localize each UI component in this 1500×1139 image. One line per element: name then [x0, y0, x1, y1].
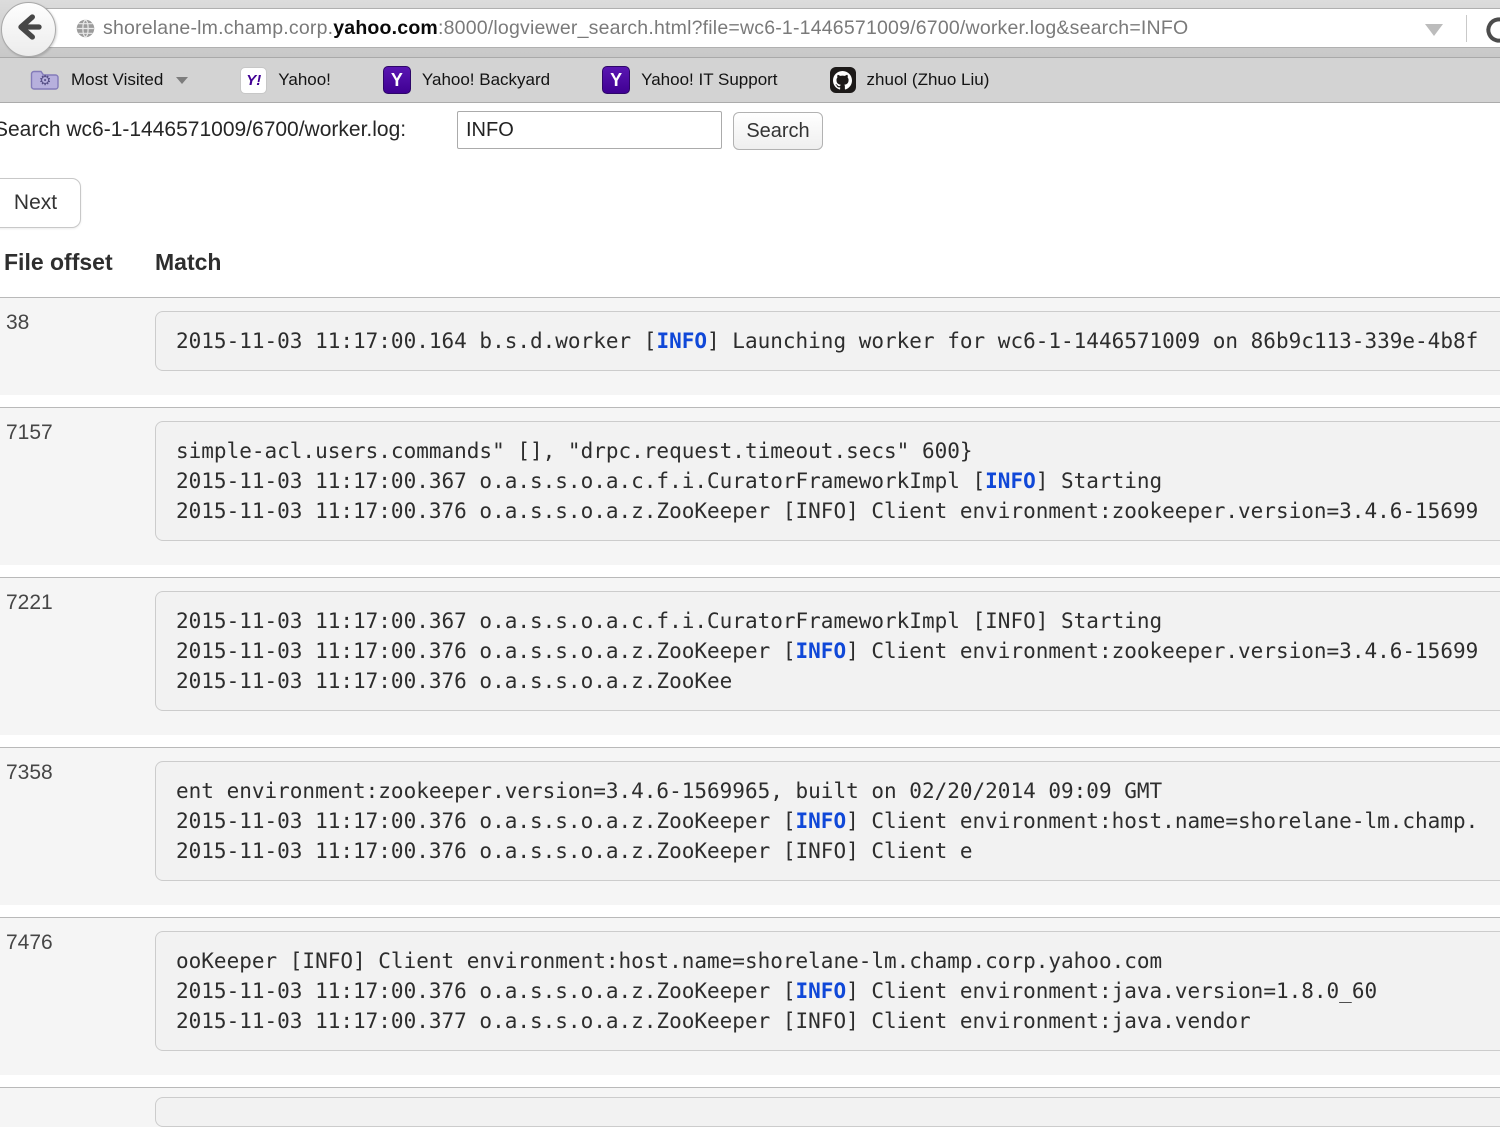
log-line: 2015-11-03 11:17:00.376 o.a.s.s.o.a.z.Zo… — [176, 666, 1500, 696]
file-offset-value: 7358 — [6, 761, 53, 785]
search-button[interactable]: Search — [733, 112, 823, 150]
github-octocat-icon — [830, 67, 856, 93]
yahoo-y-icon: Y — [383, 66, 411, 94]
result-row: 7157 simple-acl.users.commands" [], "drpc… — [0, 407, 1500, 565]
results-rows: 38 2015-11-03 11:17:00.164 b.s.d.worker [… — [0, 297, 1500, 1139]
bookmark-yahoo-it-support[interactable]: Y Yahoo! IT Support — [602, 66, 777, 94]
search-input[interactable] — [457, 111, 722, 149]
chevron-down-icon — [176, 77, 188, 84]
url-base-domain: yahoo.com — [333, 17, 438, 39]
log-match-box — [155, 1097, 1500, 1127]
bookmark-label: Yahoo! IT Support — [641, 70, 777, 90]
browser-toolbar: shorelane-lm.champ.corp.yahoo.com:8000/l… — [0, 0, 1500, 58]
log-match-box: simple-acl.users.commands" [], "drpc.req… — [155, 421, 1500, 541]
log-line: 2015-11-03 11:17:00.377 o.a.s.s.o.a.z.Zo… — [176, 1006, 1500, 1036]
folder-gear-icon: ⚙ — [30, 69, 60, 91]
column-header-match: Match — [155, 249, 221, 276]
log-line: simple-acl.users.commands" [], "drpc.req… — [176, 436, 1500, 466]
bookmark-label: Yahoo! — [278, 70, 331, 90]
log-line: 2015-11-03 11:17:00.376 o.a.s.s.o.a.z.Zo… — [176, 636, 1500, 666]
bookmarks-bar: ⚙ Most Visited Y! Yahoo! Y Yahoo! Backyard Y Ya… — [0, 58, 1500, 103]
column-header-file-offset: File offset — [4, 249, 113, 276]
url-path: :8000/logviewer_search.html?file=wc6-1-1… — [438, 17, 1188, 39]
result-row: 7358 ent environment:zookeeper.version=3.… — [0, 747, 1500, 905]
bookmark-label: zhuol (Zhuo Liu) — [867, 70, 990, 90]
search-file-label: Search wc6-1-1446571009/6700/worker.log: — [0, 118, 406, 142]
search-hit: INFO — [796, 979, 847, 1003]
result-row — [0, 1087, 1500, 1127]
next-button[interactable]: Next — [0, 178, 81, 228]
log-line: 2015-11-03 11:17:00.376 o.a.s.s.o.a.z.Zo… — [176, 836, 1500, 866]
log-line: ent environment:zookeeper.version=3.4.6-… — [176, 776, 1500, 806]
search-hit: INFO — [796, 809, 847, 833]
log-match-box: ent environment:zookeeper.version=3.4.6-… — [155, 761, 1500, 881]
reload-button[interactable] — [1482, 13, 1500, 45]
log-line: 2015-11-03 11:17:00.376 o.a.s.s.o.a.z.Zo… — [176, 496, 1500, 526]
reload-icon — [1482, 13, 1500, 45]
yahoo-y-icon: Y — [602, 66, 630, 94]
bookmark-zhuol-zhuo-liu[interactable]: zhuol (Zhuo Liu) — [830, 67, 990, 93]
logviewer-page: Search wc6-1-1446571009/6700/worker.log:… — [0, 104, 1500, 1100]
back-arrow-icon — [13, 11, 45, 48]
log-line: 2015-11-03 11:17:00.367 o.a.s.s.o.a.c.f.… — [176, 606, 1500, 636]
bookmark-label: Most Visited — [71, 70, 163, 90]
log-line: 2015-11-03 11:17:00.376 o.a.s.s.o.a.z.Zo… — [176, 806, 1500, 836]
file-offset-value: 7221 — [6, 591, 53, 615]
log-line: 2015-11-03 11:17:00.376 o.a.s.s.o.a.z.Zo… — [176, 976, 1500, 1006]
file-offset-value: 7476 — [6, 931, 53, 955]
url-bar[interactable]: shorelane-lm.champ.corp.yahoo.com:8000/l… — [28, 8, 1500, 48]
log-match-box: ooKeeper [INFO] Client environment:host.… — [155, 931, 1500, 1051]
url-dropdown-icon[interactable] — [1425, 24, 1443, 36]
log-line: 2015-11-03 11:17:00.367 o.a.s.s.o.a.c.f.… — [176, 466, 1500, 496]
search-hit: INFO — [656, 329, 707, 353]
log-match-box: 2015-11-03 11:17:00.164 b.s.d.worker [IN… — [155, 311, 1500, 371]
url-bar-divider — [1466, 15, 1467, 42]
bookmark-yahoo[interactable]: Y! Yahoo! — [240, 67, 331, 94]
result-row: 38 2015-11-03 11:17:00.164 b.s.d.worker [… — [0, 297, 1500, 395]
result-row: 7221 2015-11-03 11:17:00.367 o.a.s.s.o.a.… — [0, 577, 1500, 735]
bookmark-yahoo-backyard[interactable]: Y Yahoo! Backyard — [383, 66, 550, 94]
yahoo-logo-icon: Y! — [240, 67, 267, 94]
url-text: shorelane-lm.champ.corp.yahoo.com:8000/l… — [103, 9, 1188, 47]
back-button[interactable] — [1, 2, 56, 57]
log-line: 2015-11-03 11:17:00.164 b.s.d.worker [IN… — [176, 326, 1500, 356]
log-line: ooKeeper [INFO] Client environment:host.… — [176, 946, 1500, 976]
file-offset-value: 38 — [6, 311, 29, 335]
search-hit: INFO — [985, 469, 1036, 493]
file-offset-value: 7157 — [6, 421, 53, 445]
result-row: 7476 ooKeeper [INFO] Client environment:h… — [0, 917, 1500, 1075]
search-hit: INFO — [796, 639, 847, 663]
bookmark-most-visited[interactable]: ⚙ Most Visited — [30, 69, 188, 91]
bookmark-label: Yahoo! Backyard — [422, 70, 550, 90]
log-match-box: 2015-11-03 11:17:00.367 o.a.s.s.o.a.c.f.… — [155, 591, 1500, 711]
globe-site-icon — [75, 18, 96, 44]
url-host-prefix: shorelane-lm.champ.corp. — [103, 17, 333, 39]
